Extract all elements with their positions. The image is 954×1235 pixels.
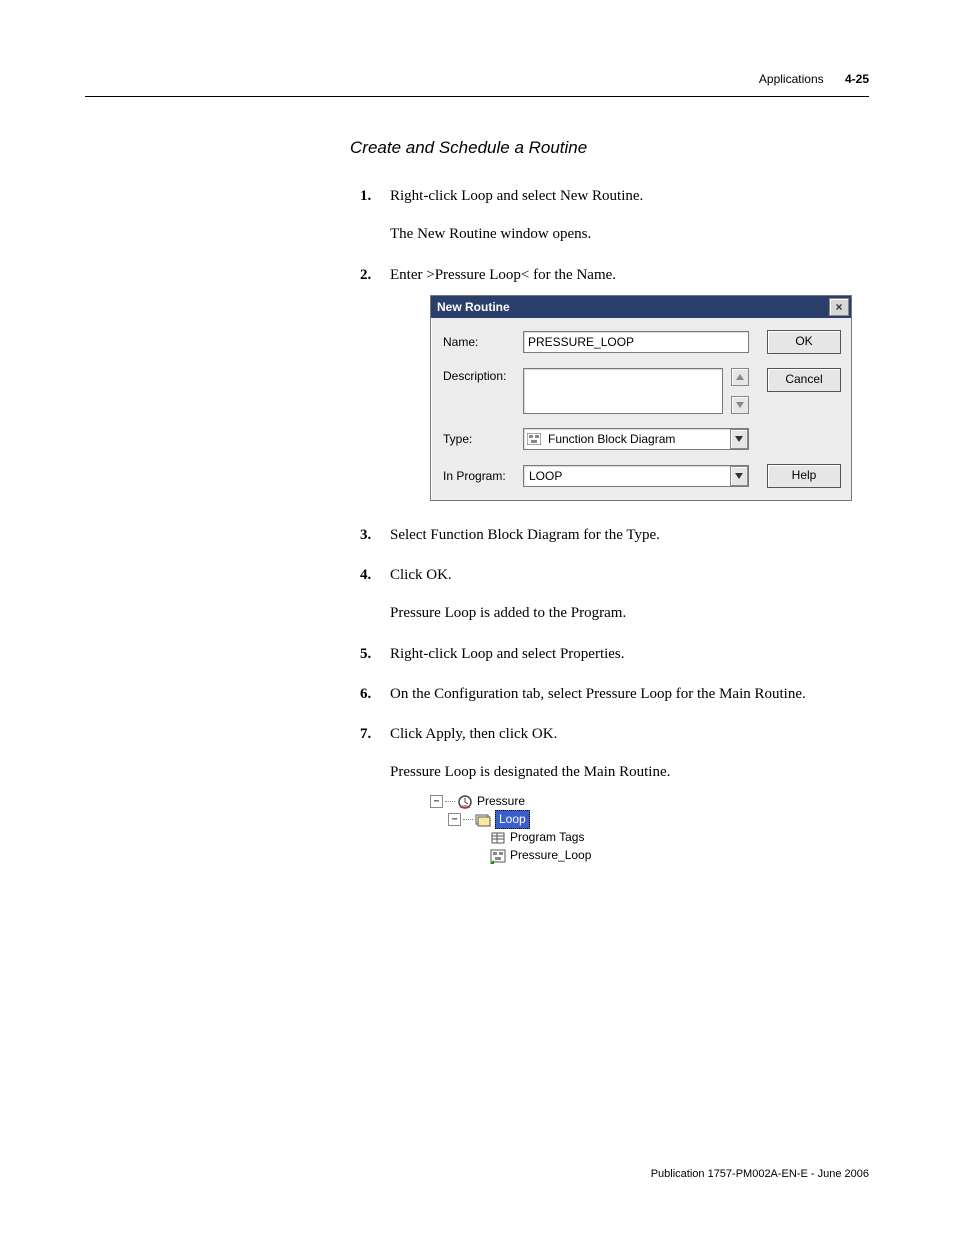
- ok-button[interactable]: OK: [767, 330, 841, 354]
- tags-icon: [490, 830, 506, 846]
- header-rule: [85, 96, 869, 97]
- step-subtext: Pressure Loop is designated the Main Rou…: [390, 762, 870, 782]
- header-page-number: 4-25: [845, 72, 869, 86]
- in-program-select[interactable]: LOOP: [523, 465, 749, 487]
- step-1: 1. Right-click Loop and select New Routi…: [350, 186, 870, 245]
- tree-label: Pressure_Loop: [510, 847, 591, 863]
- dialog-title: New Routine: [437, 299, 510, 315]
- step-text: On the Configuration tab, select Pressur…: [390, 686, 806, 702]
- description-scroll-down[interactable]: [731, 396, 749, 414]
- description-scroll-up[interactable]: [731, 368, 749, 386]
- step-3: 3. Select Function Block Diagram for the…: [350, 525, 870, 545]
- step-text: Right-click Loop and select Properties.: [390, 646, 625, 662]
- name-label: Name:: [443, 334, 515, 350]
- routine-main-icon: [490, 848, 506, 864]
- chevron-down-icon: [735, 436, 743, 442]
- dialog-window: New Routine × Name: PRESSURE_LOOP OK: [430, 295, 852, 501]
- in-program-label: In Program:: [443, 468, 515, 484]
- step-4: 4. Click OK. Pressure Loop is added to t…: [350, 565, 870, 624]
- dialog-body: Name: PRESSURE_LOOP OK Description:: [431, 318, 851, 500]
- step-number: 6.: [360, 684, 371, 704]
- description-field[interactable]: [523, 368, 723, 414]
- step-text: Click Apply, then click OK.: [390, 726, 557, 742]
- step-number: 3.: [360, 525, 371, 545]
- step-6: 6. On the Configuration tab, select Pres…: [350, 684, 870, 704]
- tree-node-loop[interactable]: − Loop: [430, 811, 870, 829]
- tree-expander[interactable]: −: [430, 795, 443, 808]
- chevron-down-icon: [735, 473, 743, 479]
- type-dropdown-button[interactable]: [730, 429, 748, 449]
- description-label: Description:: [443, 368, 515, 384]
- step-subtext: The New Routine window opens.: [390, 224, 870, 244]
- section-heading: Create and Schedule a Routine: [350, 138, 870, 158]
- chevron-down-icon: [736, 402, 744, 408]
- step-7: 7. Click Apply, then click OK. Pressure …: [350, 724, 870, 865]
- tree-connector: [476, 847, 486, 865]
- step-2: 2. Enter >Pressure Loop< for the Name. N…: [350, 265, 870, 501]
- step-number: 2.: [360, 265, 371, 285]
- tree-connector: [476, 829, 486, 847]
- name-field[interactable]: PRESSURE_LOOP: [523, 331, 749, 353]
- name-field-value: PRESSURE_LOOP: [528, 334, 634, 350]
- program-icon: [475, 812, 491, 828]
- main-content: Create and Schedule a Routine 1. Right-c…: [350, 138, 870, 885]
- header-chapter: Applications: [759, 72, 824, 86]
- step-number: 5.: [360, 644, 371, 664]
- step-list: 1. Right-click Loop and select New Routi…: [350, 186, 870, 865]
- step-number: 7.: [360, 724, 371, 744]
- tree-node-program-tags[interactable]: Program Tags: [430, 829, 870, 847]
- task-icon: [457, 794, 473, 810]
- page-header: Applications 4-25: [759, 72, 869, 86]
- type-select-value: Function Block Diagram: [548, 431, 675, 447]
- step-subtext: Pressure Loop is added to the Program.: [390, 603, 870, 623]
- in-program-select-value: LOOP: [526, 468, 562, 484]
- tree-connector: [445, 801, 455, 802]
- type-label: Type:: [443, 431, 515, 447]
- close-icon: ×: [835, 301, 842, 313]
- tree-connector: [463, 819, 473, 820]
- tree-node-pressure[interactable]: − Pressure: [430, 793, 870, 811]
- tree-expander[interactable]: −: [448, 813, 461, 826]
- tree-label: Pressure: [477, 793, 525, 809]
- close-button[interactable]: ×: [829, 298, 849, 316]
- tree-node-pressure-loop[interactable]: Pressure_Loop: [430, 847, 870, 865]
- chevron-up-icon: [736, 374, 744, 380]
- dialog-titlebar: New Routine ×: [431, 296, 851, 318]
- page-footer: Publication 1757-PM002A-EN-E - June 2006: [651, 1168, 869, 1180]
- type-select[interactable]: Function Block Diagram: [523, 428, 749, 450]
- step-number: 1.: [360, 186, 371, 206]
- new-routine-dialog: New Routine × Name: PRESSURE_LOOP OK: [430, 295, 870, 501]
- step-number: 4.: [360, 565, 371, 585]
- program-tree: − Pressure − Loop: [430, 793, 870, 865]
- step-text: Click OK.: [390, 567, 452, 583]
- step-text: Select Function Block Diagram for the Ty…: [390, 527, 660, 543]
- cancel-button[interactable]: Cancel: [767, 368, 841, 392]
- help-button[interactable]: Help: [767, 464, 841, 488]
- tree-label: Program Tags: [510, 829, 584, 845]
- step-text: Enter >Pressure Loop< for the Name.: [390, 267, 616, 283]
- tree-label-selected: Loop: [495, 810, 530, 828]
- in-program-dropdown-button[interactable]: [730, 466, 748, 486]
- step-text: Right-click Loop and select New Routine.: [390, 188, 643, 204]
- step-5: 5. Right-click Loop and select Propertie…: [350, 644, 870, 664]
- fbd-icon: [526, 432, 542, 446]
